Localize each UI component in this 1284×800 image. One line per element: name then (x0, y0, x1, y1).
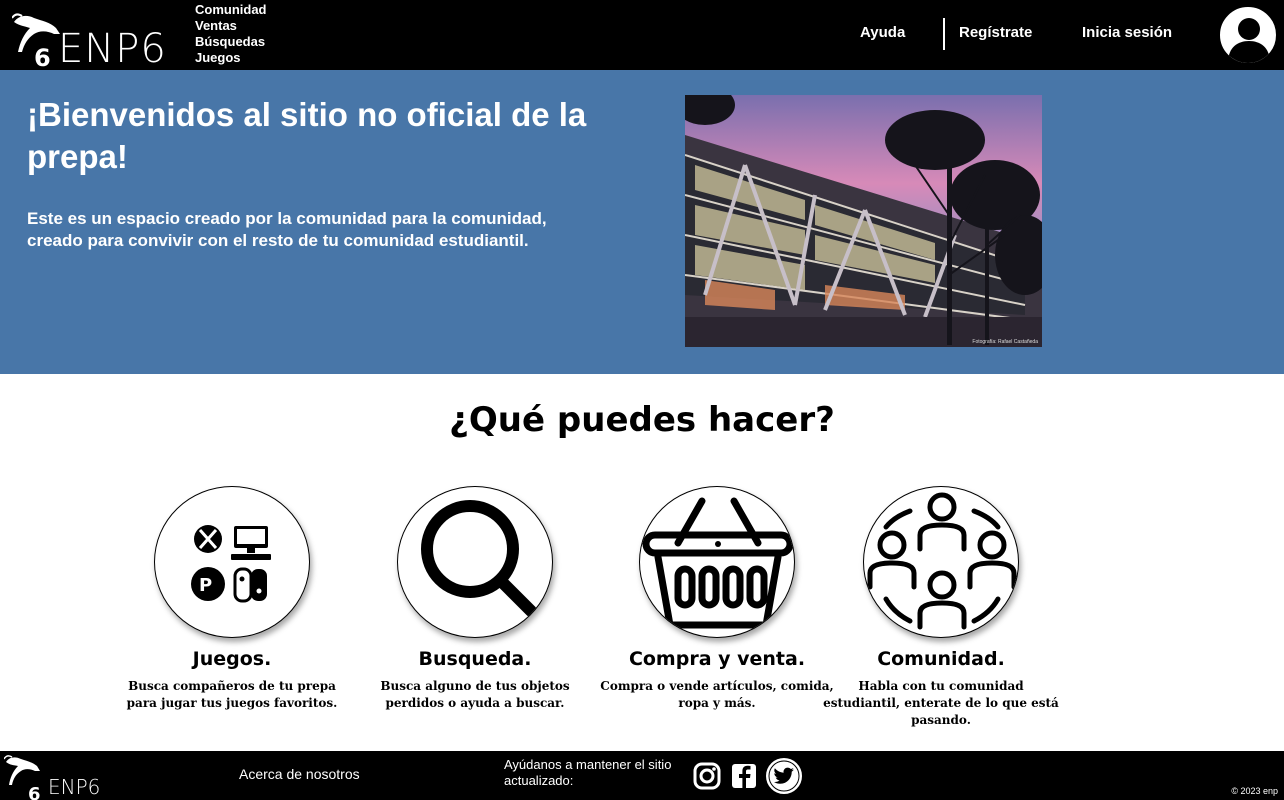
photo-credit: Fotografía: Rafael Castañeda (972, 339, 1038, 345)
community-icon[interactable] (863, 486, 1019, 638)
logo-text: ENP6 (58, 26, 167, 72)
footer-logo-text: ENP6 (48, 775, 101, 799)
hero-subtitle: Este es un espacio creado por la comunid… (27, 209, 547, 250)
user-avatar-button[interactable] (1218, 5, 1278, 65)
hero-section: ¡Bienvenidos al sitio no oficial de la p… (0, 70, 1284, 374)
feature-description: Habla con tu comunidad estudiantil, ente… (823, 679, 1059, 727)
greyhound-logo-icon: 6 (4, 755, 41, 800)
instagram-icon[interactable] (690, 759, 724, 793)
feature-title: Busqueda. (418, 648, 532, 670)
basket-icon[interactable] (639, 486, 795, 638)
search-icon[interactable] (397, 486, 553, 638)
feature-description: Busca alguno de tus objetos perdidos o a… (380, 679, 570, 710)
feature-buy-sell[interactable]: Compra y venta. Compra o vende artículos… (597, 486, 837, 712)
hero-title: ¡Bienvenidos al sitio no oficial de la p… (27, 96, 587, 175)
school-building-photo: Fotografía: Rafael Castañeda (685, 95, 1042, 347)
about-us-link[interactable]: Acerca de nosotros (239, 766, 360, 782)
user-avatar-icon (1228, 18, 1270, 63)
twitter-icon[interactable] (765, 757, 803, 795)
school-building-image (685, 95, 1042, 347)
help-link[interactable]: Ayuda (860, 24, 905, 41)
feature-description: Busca compañeros de tu prepa para jugar … (126, 679, 338, 710)
login-link[interactable]: Inicia sesión (1082, 24, 1172, 41)
nav-comunidad[interactable]: Comunidad (195, 2, 267, 18)
feature-games[interactable]: P Juegos. Busca compañeros de tu prepa p… (112, 486, 352, 712)
feature-community[interactable]: Comunidad. Habla con tu comunidad estudi… (821, 486, 1061, 729)
svg-text:6: 6 (28, 784, 41, 800)
footer-help-text: Ayúdanos a mantener el sitio actualizado… (504, 757, 672, 788)
site-logo[interactable]: 6 ENP6 (12, 12, 172, 72)
primary-nav: Comunidad Ventas Búsquedas Juegos (195, 2, 267, 66)
nav-busquedas[interactable]: Búsquedas (195, 34, 267, 50)
site-footer: 6 ENP6 Acerca de nosotros Ayúdanos a man… (0, 751, 1284, 800)
site-header: 6 ENP6 Comunidad Ventas Búsquedas Juegos… (0, 0, 1284, 72)
svg-text:6: 6 (34, 44, 51, 67)
register-link[interactable]: Regístrate (959, 24, 1032, 41)
features-title: ¿Qué puedes hacer? (449, 400, 835, 440)
nav-divider (943, 18, 945, 50)
feature-search[interactable]: Busqueda. Busca alguno de tus objetos pe… (355, 486, 595, 712)
nav-juegos[interactable]: Juegos (195, 50, 267, 66)
games-icon[interactable]: P (154, 486, 310, 638)
nav-ventas[interactable]: Ventas (195, 18, 267, 34)
feature-title: Compra y venta. (628, 648, 806, 670)
copyright: © 2023 enp (1231, 786, 1278, 796)
svg-text:P: P (199, 575, 212, 596)
feature-description: Compra o vende artículos, comida, ropa y… (600, 679, 834, 710)
facebook-icon[interactable] (727, 759, 761, 793)
feature-title: Comunidad. (877, 648, 1005, 670)
feature-title: Juegos. (192, 648, 272, 670)
